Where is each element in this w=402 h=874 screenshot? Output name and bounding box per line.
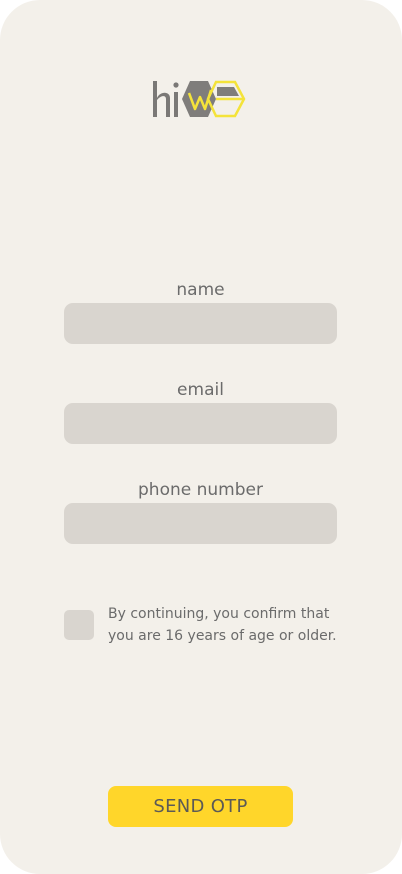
email-label: email xyxy=(177,380,224,400)
login-screen: name email phone number By continuing, y… xyxy=(0,0,402,874)
phone-number-input[interactable] xyxy=(64,503,337,544)
age-consent-text: By continuing, you confirm that you are … xyxy=(108,603,348,647)
phone-number-label: phone number xyxy=(138,480,263,500)
send-otp-button[interactable]: SEND OTP xyxy=(108,786,293,827)
name-input[interactable] xyxy=(64,303,337,344)
age-consent-checkbox[interactable] xyxy=(64,610,94,640)
age-consent-line-1: By continuing, you confirm that xyxy=(108,606,330,622)
age-consent-line-2: you are 16 years of age or older. xyxy=(108,628,337,644)
hiwe-logo xyxy=(153,80,246,118)
email-input[interactable] xyxy=(64,403,337,444)
name-label: name xyxy=(176,280,225,300)
